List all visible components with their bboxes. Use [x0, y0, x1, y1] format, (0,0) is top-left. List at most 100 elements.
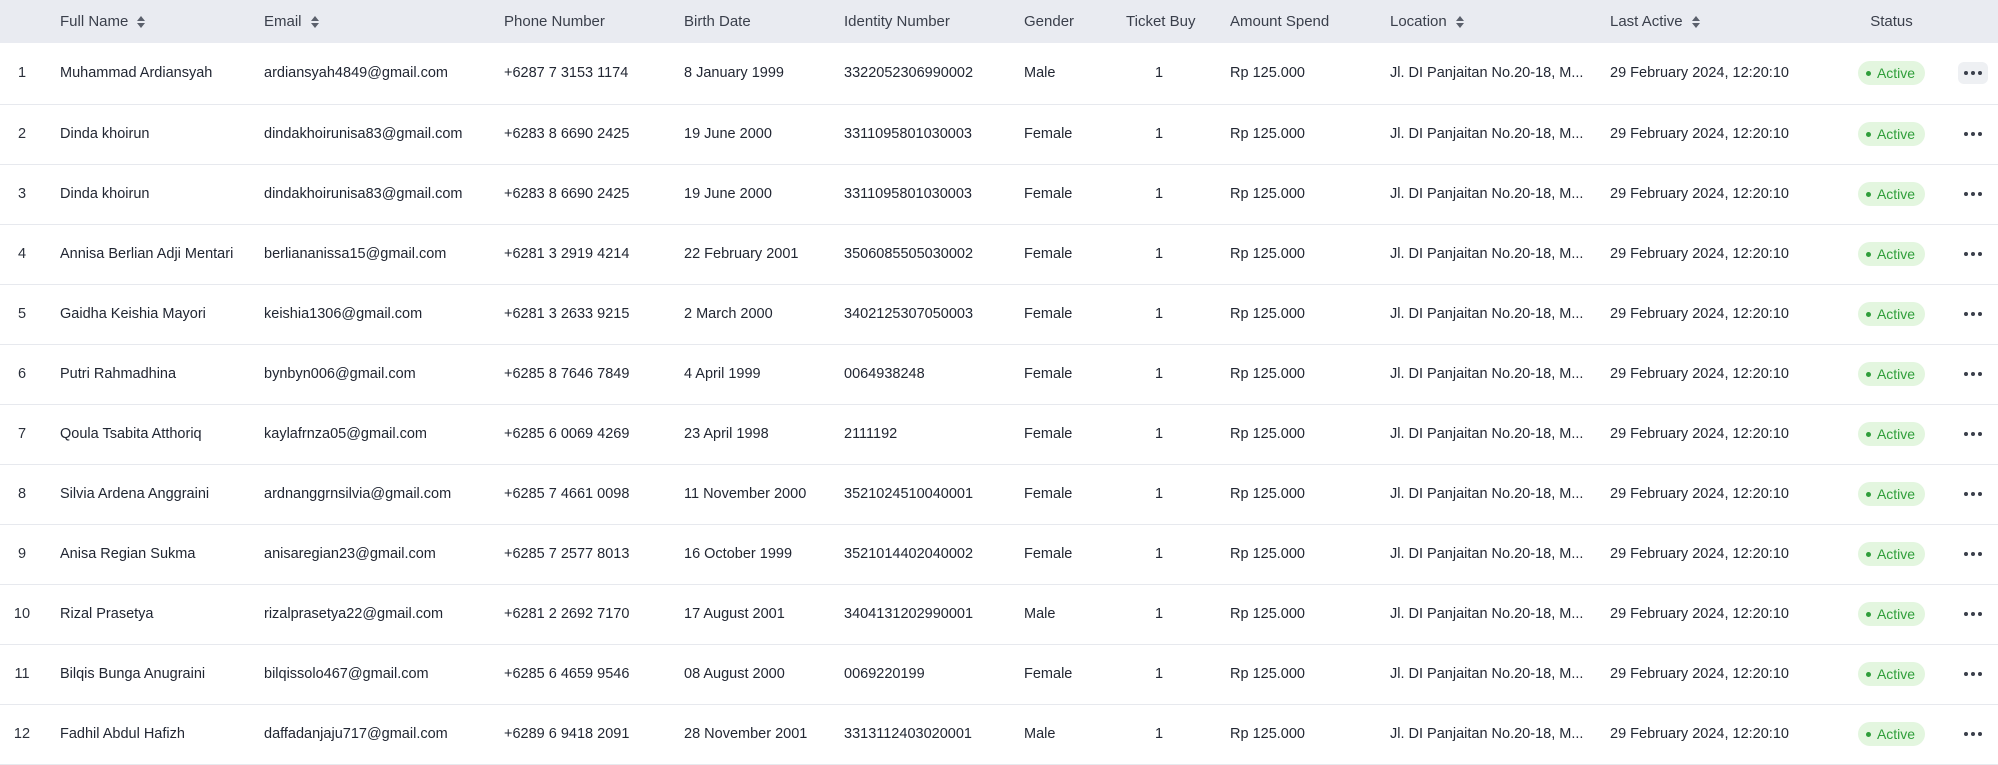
header-amount-spend: Amount Spend: [1230, 13, 1330, 30]
actions-cell: [1948, 164, 1998, 224]
header-ticket-buy: Ticket Buy: [1126, 13, 1196, 30]
more-options-icon[interactable]: [1958, 62, 1988, 85]
ticket-buy-cell: 1: [1154, 426, 1164, 442]
table-row[interactable]: 6 Putri Rahmadhina bynbyn006@gmail.com +…: [0, 344, 1998, 404]
last-active-cell: 29 February 2024, 12:20:10: [1610, 426, 1789, 442]
email-cell: bynbyn006@gmail.com: [264, 366, 416, 382]
status-dot-icon: [1865, 191, 1871, 197]
table-row[interactable]: 10 Rizal Prasetya rizalprasetya22@gmail.…: [0, 584, 1998, 644]
row-number: 8: [17, 486, 27, 502]
more-options-icon[interactable]: [1958, 183, 1988, 205]
more-options-icon[interactable]: [1958, 663, 1988, 685]
header-status: Status: [1870, 13, 1913, 30]
actions-cell: [1948, 104, 1998, 164]
birth-date-cell: 11 November 2000: [684, 486, 807, 502]
status-label: Active: [1876, 606, 1916, 622]
row-number: 2: [17, 126, 27, 142]
header-last-active-label: Last Active: [1610, 13, 1683, 30]
header-no: [0, 0, 44, 43]
phone-cell: +6285 6 0069 4269: [504, 426, 630, 442]
status-badge: Active: [1857, 542, 1926, 566]
table-row[interactable]: 11 Bilqis Bunga Anugraini bilqissolo467@…: [0, 644, 1998, 704]
status-badge: Active: [1857, 122, 1926, 146]
row-number: 11: [14, 666, 30, 682]
table-row[interactable]: 12 Fadhil Abdul Hafizh daffadanjaju717@g…: [0, 704, 1998, 764]
location-cell: Jl. DI Panjaitan No.20-18, M...: [1390, 186, 1584, 202]
header-last-active[interactable]: Last Active: [1610, 0, 1835, 43]
birth-date-cell: 2 March 2000: [684, 306, 773, 322]
last-active-cell: 29 February 2024, 12:20:10: [1610, 666, 1789, 682]
identity-number-cell: 3506085505030002: [844, 246, 974, 262]
more-options-icon[interactable]: [1958, 483, 1988, 505]
last-active-cell: 29 February 2024, 12:20:10: [1610, 246, 1789, 262]
more-options-icon[interactable]: [1958, 243, 1988, 265]
status-badge: Active: [1857, 242, 1926, 266]
full-name-cell: Annisa Berlian Adji Mentari: [60, 246, 234, 262]
status-label: Active: [1876, 726, 1916, 742]
location-cell: Jl. DI Panjaitan No.20-18, M...: [1390, 606, 1584, 622]
full-name-cell: Putri Rahmadhina: [60, 366, 177, 382]
table-row[interactable]: 9 Anisa Regian Sukma anisaregian23@gmail…: [0, 524, 1998, 584]
sort-icon[interactable]: [1455, 14, 1465, 30]
identity-number-cell: 3311095801030003: [844, 126, 972, 142]
more-options-icon[interactable]: [1958, 303, 1988, 325]
amount-spend-cell: Rp 125.000: [1230, 666, 1305, 682]
ticket-buy-cell: 1: [1154, 306, 1164, 322]
email-cell: rizalprasetya22@gmail.com: [264, 606, 444, 622]
status-cell: Active: [1835, 584, 1948, 644]
status-dot-icon: [1865, 611, 1871, 617]
location-cell: Jl. DI Panjaitan No.20-18, M...: [1390, 486, 1584, 502]
gender-cell: Female: [1024, 546, 1073, 562]
header-full-name[interactable]: Full Name: [44, 0, 264, 43]
last-active-cell: 29 February 2024, 12:20:10: [1610, 726, 1789, 742]
phone-cell: +6287 7 3153 1174: [504, 65, 629, 82]
table-row[interactable]: 8 Silvia Ardena Anggraini ardnanggrnsilv…: [0, 464, 1998, 524]
more-options-icon[interactable]: [1958, 543, 1988, 565]
ticket-buy-cell: 1: [1154, 606, 1164, 622]
table-row[interactable]: 5 Gaidha Keishia Mayori keishia1306@gmai…: [0, 284, 1998, 344]
table-row[interactable]: 4 Annisa Berlian Adji Mentari berlianani…: [0, 224, 1998, 284]
status-cell: Active: [1835, 644, 1948, 704]
ticket-buy-cell: 1: [1154, 65, 1164, 82]
header-location[interactable]: Location: [1390, 0, 1610, 43]
birth-date-cell: 17 August 2001: [684, 606, 785, 622]
email-cell: bilqissolo467@gmail.com: [264, 666, 429, 682]
email-cell: dindakhoirunisa83@gmail.com: [264, 186, 463, 202]
ticket-buy-cell: 1: [1154, 726, 1164, 742]
row-number: 9: [17, 546, 27, 562]
last-active-cell: 29 February 2024, 12:20:10: [1610, 65, 1789, 82]
table-row[interactable]: 3 Dinda khoirun dindakhoirunisa83@gmail.…: [0, 164, 1998, 224]
table-row[interactable]: 7 Qoula Tsabita Atthoriq kaylafrnza05@gm…: [0, 404, 1998, 464]
sort-icon[interactable]: [1691, 14, 1701, 30]
header-phone: Phone Number: [504, 13, 605, 30]
more-options-icon[interactable]: [1958, 363, 1988, 385]
email-cell: ardiansyah4849@gmail.com: [264, 65, 448, 82]
more-options-icon[interactable]: [1958, 603, 1988, 625]
status-cell: Active: [1835, 464, 1948, 524]
birth-date-cell: 19 June 2000: [684, 186, 772, 202]
actions-cell: [1948, 704, 1998, 764]
status-label: Active: [1876, 65, 1916, 82]
more-options-icon[interactable]: [1958, 423, 1988, 445]
full-name-cell: Silvia Ardena Anggraini: [60, 486, 210, 502]
last-active-cell: 29 February 2024, 12:20:10: [1610, 366, 1789, 382]
status-dot-icon: [1865, 491, 1871, 497]
status-cell: Active: [1835, 43, 1948, 104]
identity-number-cell: 0064938248: [844, 366, 925, 382]
table-row[interactable]: 1 Muhammad Ardiansyah ardiansyah4849@gma…: [0, 43, 1998, 104]
sort-icon[interactable]: [136, 14, 146, 30]
phone-cell: +6283 8 6690 2425: [504, 126, 630, 142]
gender-cell: Female: [1024, 366, 1073, 382]
sort-icon[interactable]: [310, 14, 320, 30]
more-options-icon[interactable]: [1958, 123, 1988, 145]
amount-spend-cell: Rp 125.000: [1230, 546, 1305, 562]
gender-cell: Female: [1024, 426, 1073, 442]
header-email[interactable]: Email: [264, 0, 504, 43]
location-cell: Jl. DI Panjaitan No.20-18, M...: [1390, 726, 1584, 742]
table-row[interactable]: 2 Dinda khoirun dindakhoirunisa83@gmail.…: [0, 104, 1998, 164]
more-options-icon[interactable]: [1958, 723, 1988, 745]
status-badge: Active: [1857, 182, 1926, 206]
last-active-cell: 29 February 2024, 12:20:10: [1610, 546, 1789, 562]
gender-cell: Male: [1024, 606, 1056, 622]
location-cell: Jl. DI Panjaitan No.20-18, M...: [1390, 246, 1584, 262]
